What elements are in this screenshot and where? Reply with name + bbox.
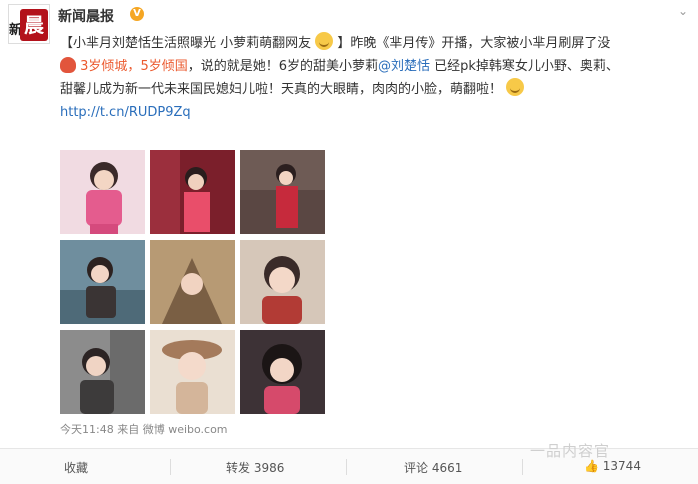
post-meta: 今天11:48 来自 微博 weibo.com	[60, 421, 228, 437]
mention-link[interactable]: @刘楚恬	[378, 59, 430, 74]
favorite-button[interactable]: 收藏	[64, 459, 88, 476]
comment-button[interactable]: 评论 4661	[404, 459, 462, 476]
divider	[170, 459, 171, 475]
photo-8[interactable]	[150, 330, 235, 414]
post-content: 【小芈月刘楚恬生活照曝光 小萝莉萌翻网友 】昨晚《芈月传》开播，大家被小芈月刷屏…	[60, 32, 690, 124]
highlight-separator: ，	[127, 59, 141, 74]
watermark: 一品内容官	[530, 442, 611, 460]
photo-2[interactable]	[150, 150, 235, 234]
photo-7-image	[60, 330, 145, 414]
chevron-down-icon[interactable]: ⌄	[678, 4, 688, 18]
post-line2-tail: 已经pk掉韩寒女儿小野、奥莉、	[430, 59, 619, 74]
like-button[interactable]: 👍 13744	[584, 459, 641, 473]
like-count: 13744	[602, 459, 641, 473]
photo-3[interactable]	[240, 150, 325, 234]
post-time: 今天11:48	[60, 423, 114, 436]
highlight-2: 5岁倾国	[140, 59, 188, 74]
post-line1-suffix: 】昨晚《芈月传》开播，大家被小芈月刷屏了没	[337, 36, 611, 51]
post-line3: 甜馨儿成为新一代未来国民媳妇儿啦！天真的大眼睛，肉肉的小脸，萌翻啦！	[60, 82, 503, 97]
photo-9[interactable]	[240, 330, 325, 414]
highlight-1: 3岁倾城	[80, 59, 128, 74]
photo-4[interactable]	[60, 240, 145, 324]
photo-9-image	[240, 330, 325, 414]
divider	[522, 459, 523, 475]
photo-6-image	[240, 240, 325, 324]
divider	[346, 459, 347, 475]
verified-badge-icon: V	[130, 7, 144, 21]
avatar[interactable]: 新 晨	[8, 4, 50, 44]
photo-7[interactable]	[60, 330, 145, 414]
photo-1[interactable]	[60, 150, 145, 234]
thumbs-up-icon: 👍	[584, 459, 599, 473]
post-line2-text: ，说的就是她！6岁的甜美小萝莉	[187, 59, 378, 74]
photo-8-image	[150, 330, 235, 414]
account-name[interactable]: 新闻晨报	[58, 6, 114, 26]
post-url-link[interactable]: http://t.cn/RUDP9Zq	[60, 105, 191, 120]
photo-6[interactable]	[240, 240, 325, 324]
fire-emoji-icon	[60, 57, 76, 73]
photo-3-image	[240, 150, 325, 234]
photo-5-image	[150, 240, 235, 324]
photo-1-image	[60, 150, 145, 234]
post-source[interactable]: 来自 微博 weibo.com	[117, 423, 227, 436]
smile-emoji-icon	[315, 32, 334, 50]
photo-2-image	[150, 150, 235, 234]
repost-button[interactable]: 转发 3986	[226, 459, 284, 476]
photo-grid	[60, 150, 326, 414]
avatar-text-large: 晨	[20, 9, 48, 41]
photo-4-image	[60, 240, 145, 324]
photo-5[interactable]	[150, 240, 235, 324]
relieved-emoji-icon	[506, 78, 525, 96]
post-line1-prefix: 【小芈月刘楚恬生活照曝光 小萝莉萌翻网友	[60, 36, 312, 51]
